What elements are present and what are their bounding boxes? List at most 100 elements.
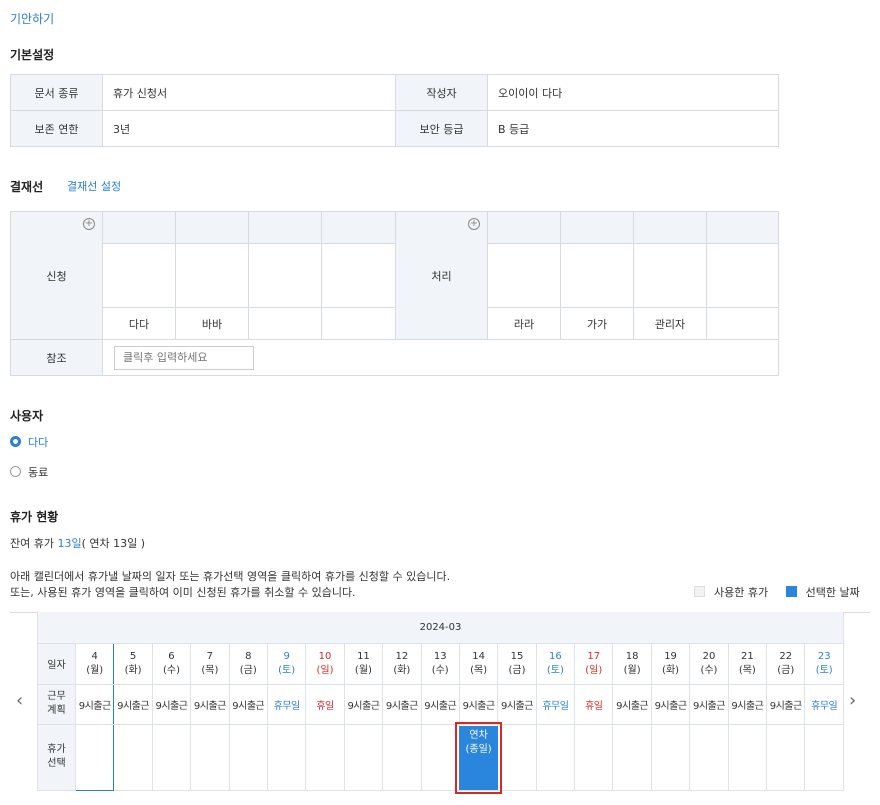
reference-input[interactable] — [114, 345, 254, 370]
radio-colleague[interactable] — [10, 466, 21, 477]
calendar-date-cell[interactable]: 20 (수) — [689, 642, 729, 685]
selected-vacation-block[interactable]: 연차 (종일) — [454, 721, 503, 794]
calendar-select-cell[interactable] — [113, 723, 153, 791]
radio-self[interactable] — [10, 436, 21, 447]
calendar-date-cell[interactable]: 8 (금) — [228, 642, 268, 685]
calendar-select-cell[interactable] — [497, 723, 537, 791]
calendar-weekday: (금) — [777, 664, 795, 676]
process-slot-header[interactable] — [706, 211, 779, 244]
calendar-weekday: (일) — [316, 664, 334, 676]
calendar-date-cell[interactable]: 10 (일) — [305, 642, 345, 685]
calendar-select-cell[interactable] — [650, 723, 691, 791]
retention-label: 보존 연한 — [10, 110, 103, 147]
calendar-date-cell[interactable]: 15 (금) — [497, 642, 537, 685]
calendar-select-cell[interactable] — [74, 723, 115, 791]
request-sign-box[interactable] — [321, 243, 396, 308]
calendar-select-cell[interactable] — [727, 723, 768, 791]
calendar-date-cell[interactable]: 23 (토) — [804, 642, 844, 685]
add-request-icon[interactable]: + — [83, 218, 95, 230]
calendar-plan-cell: 9시출근 — [458, 683, 499, 725]
calendar-plan-cell: 9시출근 — [612, 683, 652, 725]
process-slot-header[interactable] — [487, 211, 561, 244]
security-value: B 등급 — [487, 110, 779, 147]
calendar-select-cell[interactable] — [305, 723, 345, 791]
calendar-date-cell[interactable]: 22 (금) — [766, 642, 806, 685]
calendar-select-cell[interactable] — [574, 723, 614, 791]
calendar-select-cell[interactable] — [343, 723, 384, 791]
process-sign-box[interactable] — [706, 243, 779, 308]
calendar-date-number: 21 — [740, 650, 754, 662]
calendar-plan-cell: 9시출근 — [74, 683, 115, 725]
process-approver-name: 관리자 — [633, 307, 707, 340]
calendar-date-cell[interactable]: 18 (월) — [612, 642, 652, 685]
request-slot-header[interactable] — [102, 211, 176, 244]
calendar-plan-cell: 9시출근 — [151, 683, 192, 725]
calendar-date-number: 19 — [664, 650, 677, 662]
request-sign-box[interactable] — [102, 243, 176, 308]
calendar-date-cell[interactable]: 14 (목) — [458, 642, 499, 685]
draft-link[interactable]: 기안하기 — [10, 10, 54, 27]
chevron-right-icon[interactable]: › — [849, 690, 856, 711]
calendar-select-cell[interactable] — [190, 723, 230, 791]
reference-label: 참조 — [10, 339, 103, 376]
calendar-date-cell[interactable]: 16 (토) — [535, 642, 576, 685]
calendar-select-cell[interactable] — [382, 723, 422, 791]
legend-selected-swatch — [785, 586, 797, 597]
calendar-plan-cell: 휴무일 — [266, 683, 307, 725]
calendar-select-cell[interactable] — [766, 723, 806, 791]
calendar-select-cell[interactable] — [804, 723, 844, 791]
calendar-select-cell[interactable] — [612, 723, 652, 791]
calendar-date-number: 16 — [549, 650, 562, 662]
calendar-select-cell[interactable] — [266, 723, 307, 791]
calendar-date-cell[interactable]: 6 (수) — [151, 642, 192, 685]
calendar-date-cell[interactable]: 4 (월) — [74, 642, 115, 685]
add-process-icon[interactable]: + — [468, 218, 480, 230]
process-sign-box[interactable] — [560, 243, 634, 308]
process-slot-header[interactable] — [633, 211, 707, 244]
remaining-suffix: ( 연차 13일 ) — [81, 537, 146, 550]
radio-self-label[interactable]: 다다 — [28, 434, 48, 450]
calendar-weekday: (목) — [470, 664, 488, 676]
calendar-date-number: 7 — [206, 650, 214, 662]
calendar-date-cell[interactable]: 13 (수) — [420, 642, 460, 685]
process-slot-header[interactable] — [560, 211, 634, 244]
process-approver-name — [706, 307, 779, 340]
radio-colleague-label[interactable]: 동료 — [28, 464, 48, 480]
calendar-weekday: (화) — [662, 664, 680, 676]
calendar-weekday: (월) — [354, 664, 372, 676]
request-sign-box[interactable] — [248, 243, 322, 308]
legend-used-swatch — [694, 586, 705, 597]
calendar-date-cell[interactable]: 5 (화) — [113, 642, 153, 685]
basic-info-table: 문서 종류 휴가 신청서 작성자 오이이이 다다 보존 연한 3년 보안 등급 … — [10, 74, 779, 147]
calendar-date-cell[interactable]: 19 (화) — [650, 642, 691, 685]
author-value: 오이이이 다다 — [487, 74, 779, 111]
calendar-plan-cell: 휴무일 — [804, 683, 844, 725]
calendar-date-cell[interactable]: 17 (일) — [574, 642, 614, 685]
vacation-calendar: 2024-03 일자 4 (월) 5 (화) 6 (수) 7 (목) 8 (금) 9 (토) 10 (일)… — [37, 612, 844, 794]
calendar-weekday: (수) — [700, 664, 718, 676]
process-sign-box[interactable] — [633, 243, 707, 308]
remaining-prefix: 잔여 휴가 — [10, 537, 58, 550]
approval-setting-link[interactable]: 결재선 설정 — [67, 178, 121, 194]
calendar-select-cell[interactable] — [535, 723, 576, 791]
process-sign-box[interactable] — [487, 243, 561, 308]
request-sign-box[interactable] — [175, 243, 249, 308]
request-slot-header[interactable] — [248, 211, 322, 244]
calendar-select-cell[interactable] — [151, 723, 192, 791]
calendar-select-cell[interactable]: 연차 (종일) — [454, 721, 503, 794]
request-slot-header[interactable] — [321, 211, 396, 244]
chevron-left-icon[interactable]: ‹ — [16, 690, 23, 711]
calendar-date-cell[interactable]: 11 (월) — [343, 642, 384, 685]
request-slot-header[interactable] — [175, 211, 249, 244]
process-label: 처리 — [431, 269, 452, 283]
calendar-date-cell[interactable]: 7 (목) — [190, 642, 230, 685]
calendar-select-cell[interactable] — [228, 723, 268, 791]
doc-type-value: 휴가 신청서 — [102, 74, 396, 111]
calendar-date-cell[interactable]: 9 (토) — [266, 642, 307, 685]
calendar-date-number: 13 — [433, 650, 447, 662]
calendar-select-cell[interactable] — [420, 723, 460, 791]
calendar-date-cell[interactable]: 21 (목) — [727, 642, 768, 685]
calendar-date-cell[interactable]: 12 (화) — [382, 642, 422, 685]
calendar-select-cell[interactable] — [689, 723, 729, 791]
calendar-plan-cell: 휴무일 — [535, 683, 576, 725]
